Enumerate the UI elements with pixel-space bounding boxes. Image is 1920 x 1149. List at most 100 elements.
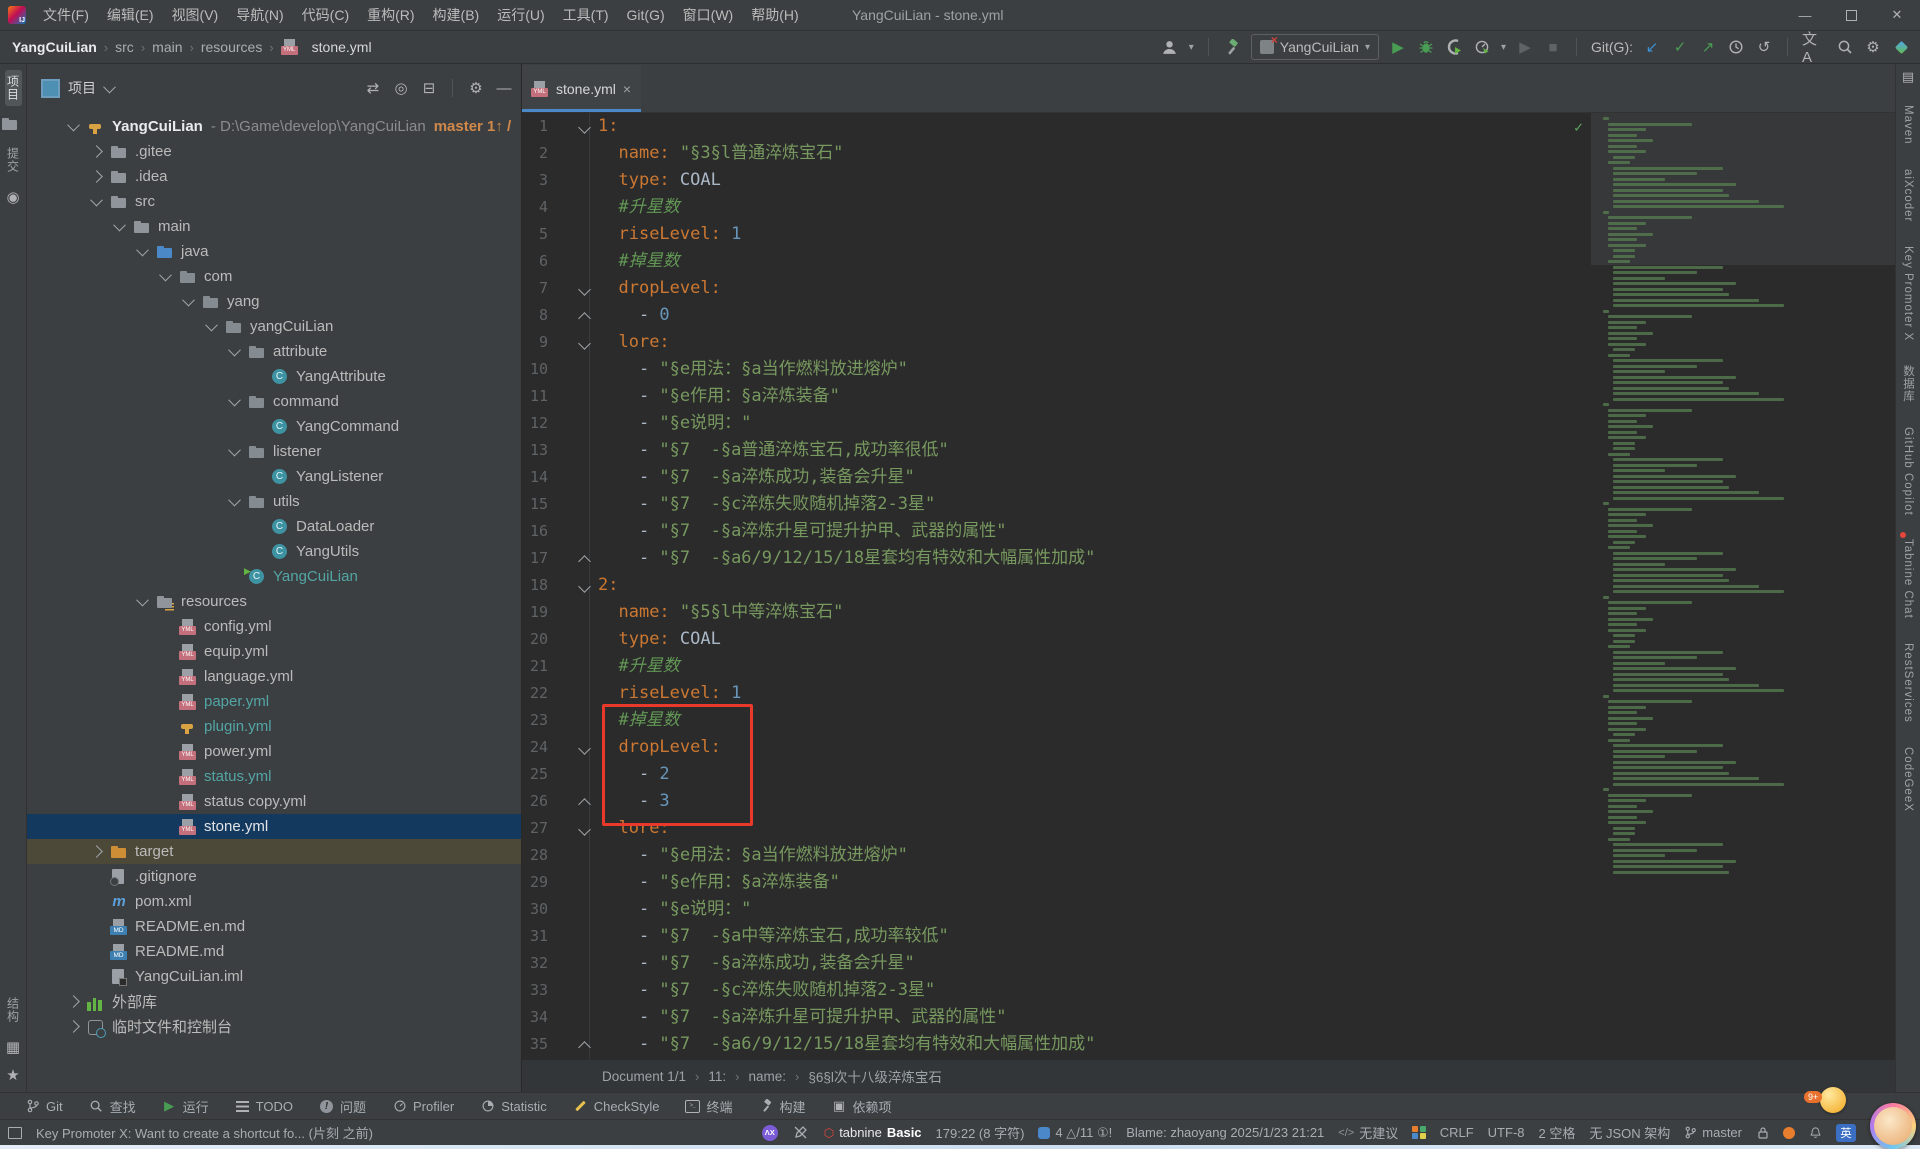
toolbar-button-Git[interactable]: Git — [14, 1093, 74, 1119]
collapse-all-icon[interactable]: ⊟ — [420, 79, 438, 97]
menu-item[interactable]: 帮助(H) — [742, 0, 807, 30]
toolbar-button-运行[interactable]: ▶ 运行 — [151, 1093, 220, 1119]
sidebar-tab-RestServices[interactable]: RestServices — [1902, 638, 1914, 728]
menu-item[interactable]: 编辑(E) — [98, 0, 163, 30]
aixcoder-icon[interactable]: ΛX — [761, 1124, 778, 1141]
chevron-down-icon[interactable] — [158, 268, 172, 282]
chevron-down-icon[interactable] — [227, 343, 241, 357]
chevron-down-icon[interactable] — [181, 293, 195, 307]
git-update-icon[interactable]: ↙ — [1643, 38, 1661, 56]
user-icon[interactable] — [1161, 38, 1179, 56]
menu-item[interactable]: 代码(C) — [293, 0, 358, 30]
sidebar-tab-Tabnine Chat[interactable]: Tabnine Chat — [1900, 532, 1914, 624]
chevron-down-icon[interactable] — [227, 493, 241, 507]
star-icon[interactable]: ★ — [4, 1066, 22, 1084]
doc-breadcrumb-item[interactable]: §6§l次十八级淬炼宝石 — [808, 1066, 942, 1086]
doc-breadcrumb-item[interactable]: Document 1/1 — [602, 1069, 686, 1084]
profiler-icon[interactable] — [1473, 38, 1491, 56]
git-branch-widget[interactable]: master — [1684, 1125, 1742, 1140]
toolbar-button-查找[interactable]: 查找 — [78, 1093, 147, 1119]
tree-row[interactable]: YangCuiLian.iml — [27, 964, 521, 989]
tree-row[interactable]: README.en.md — [27, 914, 521, 939]
minimize-icon[interactable]: — — [1782, 0, 1828, 30]
menu-item[interactable]: Git(G) — [618, 0, 674, 30]
sidebar-tab-结构[interactable]: 结构 — [5, 992, 22, 1028]
ai-suggestion-widget[interactable]: </> 无建议 — [1338, 1123, 1398, 1142]
menu-item[interactable]: 重构(R) — [358, 0, 423, 30]
breadcrumb-item[interactable]: main — [152, 39, 182, 55]
chevron-down-icon[interactable] — [112, 218, 126, 232]
chevron-down-icon[interactable] — [135, 593, 149, 607]
tree-row[interactable]: target — [27, 839, 521, 864]
fold-close-icon[interactable] — [578, 312, 591, 325]
tree-row[interactable]: C YangCommand — [27, 414, 521, 439]
floating-plugin-button[interactable]: 9+ — [1804, 1087, 1846, 1113]
doc-breadcrumb-item[interactable]: name: — [749, 1069, 787, 1084]
chevron-down-icon[interactable] — [103, 80, 116, 93]
tabnine-widget[interactable]: ⬡ tabnine Basic — [824, 1125, 922, 1140]
doc-breadcrumb-item[interactable]: 11: — [708, 1069, 726, 1084]
tree-row[interactable]: C YangListener — [27, 464, 521, 489]
run-icon[interactable]: ▶ — [1389, 38, 1407, 56]
tree-row[interactable]: resources — [27, 589, 521, 614]
tree-row[interactable]: 临时文件和控制台 — [27, 1014, 521, 1039]
fold-open-icon[interactable] — [578, 823, 591, 836]
breadcrumb-item[interactable]: resources — [201, 39, 262, 55]
toolbar-button-Statistic[interactable]: Statistic — [469, 1093, 558, 1119]
menu-item[interactable]: 构建(B) — [424, 0, 489, 30]
tree-row[interactable]: status copy.yml — [27, 789, 521, 814]
chevron-down-icon[interactable] — [204, 318, 218, 332]
history-clock-icon[interactable] — [1727, 38, 1745, 56]
toolbar-button-Profiler[interactable]: Profiler — [381, 1093, 465, 1119]
git-push-icon[interactable]: ↗ — [1699, 38, 1717, 56]
toolbar-button-构建[interactable]: 构建 — [747, 1093, 816, 1119]
input-method-badge[interactable]: 英 — [1836, 1123, 1856, 1142]
code-minimap[interactable] — [1591, 113, 1895, 1059]
line-separator-widget[interactable]: CRLF — [1440, 1125, 1474, 1140]
tree-row[interactable]: listener — [27, 439, 521, 464]
fold-open-icon[interactable] — [578, 337, 591, 350]
schema-widget[interactable]: 无 JSON 架构 — [1589, 1123, 1670, 1142]
tree-row[interactable]: C DataLoader — [27, 514, 521, 539]
chevron-down-icon[interactable] — [227, 393, 241, 407]
tree-row[interactable]: .gitee — [27, 139, 521, 164]
close-icon[interactable]: ✕ — [1874, 0, 1920, 30]
menu-item[interactable]: 窗口(W) — [674, 0, 743, 30]
notifications-icon[interactable]: ▤ — [1899, 68, 1917, 86]
maximize-icon[interactable] — [1828, 0, 1874, 30]
sidebar-tab-Maven[interactable]: Maven — [1902, 100, 1914, 150]
tree-row[interactable]: yang — [27, 289, 521, 314]
indent-widget[interactable]: 2 空格 — [1539, 1123, 1576, 1142]
debug-bug-icon[interactable] — [1417, 38, 1435, 56]
search-everywhere-icon[interactable] — [1836, 38, 1854, 56]
tree-row[interactable]: stone.yml — [27, 814, 521, 839]
tree-row[interactable]: main — [27, 214, 521, 239]
tree-row[interactable]: equip.yml — [27, 639, 521, 664]
chevron-right-icon[interactable] — [66, 1020, 80, 1033]
structure-grid-icon[interactable]: ▦ — [4, 1038, 22, 1056]
chevron-down-icon[interactable]: ▾ — [1501, 42, 1506, 53]
bell-icon[interactable] — [1809, 1124, 1822, 1142]
fold-open-icon[interactable] — [578, 580, 591, 593]
tree-row[interactable]: config.yml — [27, 614, 521, 639]
tree-row[interactable]: m pom.xml — [27, 889, 521, 914]
pen-disabled-icon[interactable] — [792, 1124, 810, 1142]
ai-plugin-icon[interactable] — [1892, 38, 1910, 56]
sidebar-tab-Key Promoter X[interactable]: Key Promoter X — [1902, 241, 1914, 346]
hide-panel-icon[interactable]: — — [495, 79, 513, 97]
floating-assistant-avatar[interactable] — [1870, 1103, 1916, 1149]
notification-dot-icon[interactable] — [1783, 1126, 1795, 1139]
fold-open-icon[interactable] — [578, 121, 591, 134]
fold-open-icon[interactable] — [578, 742, 591, 755]
tree-row[interactable]: utils — [27, 489, 521, 514]
build-hammer-icon[interactable] — [1223, 38, 1241, 56]
tree-row[interactable]: attribute — [27, 339, 521, 364]
toolbar-button-终端[interactable]: >_ 终端 — [674, 1093, 743, 1119]
menu-item[interactable]: 工具(T) — [554, 0, 618, 30]
sidebar-tab-提交[interactable]: 提交 — [5, 142, 22, 178]
inspections-ok-icon[interactable]: ✓ — [1574, 118, 1583, 136]
tab-stone-yml[interactable]: stone.yml × — [522, 65, 642, 112]
tree-row[interactable]: com — [27, 264, 521, 289]
tree-row[interactable]: plugin.yml — [27, 714, 521, 739]
tree-row[interactable]: C YangAttribute — [27, 364, 521, 389]
